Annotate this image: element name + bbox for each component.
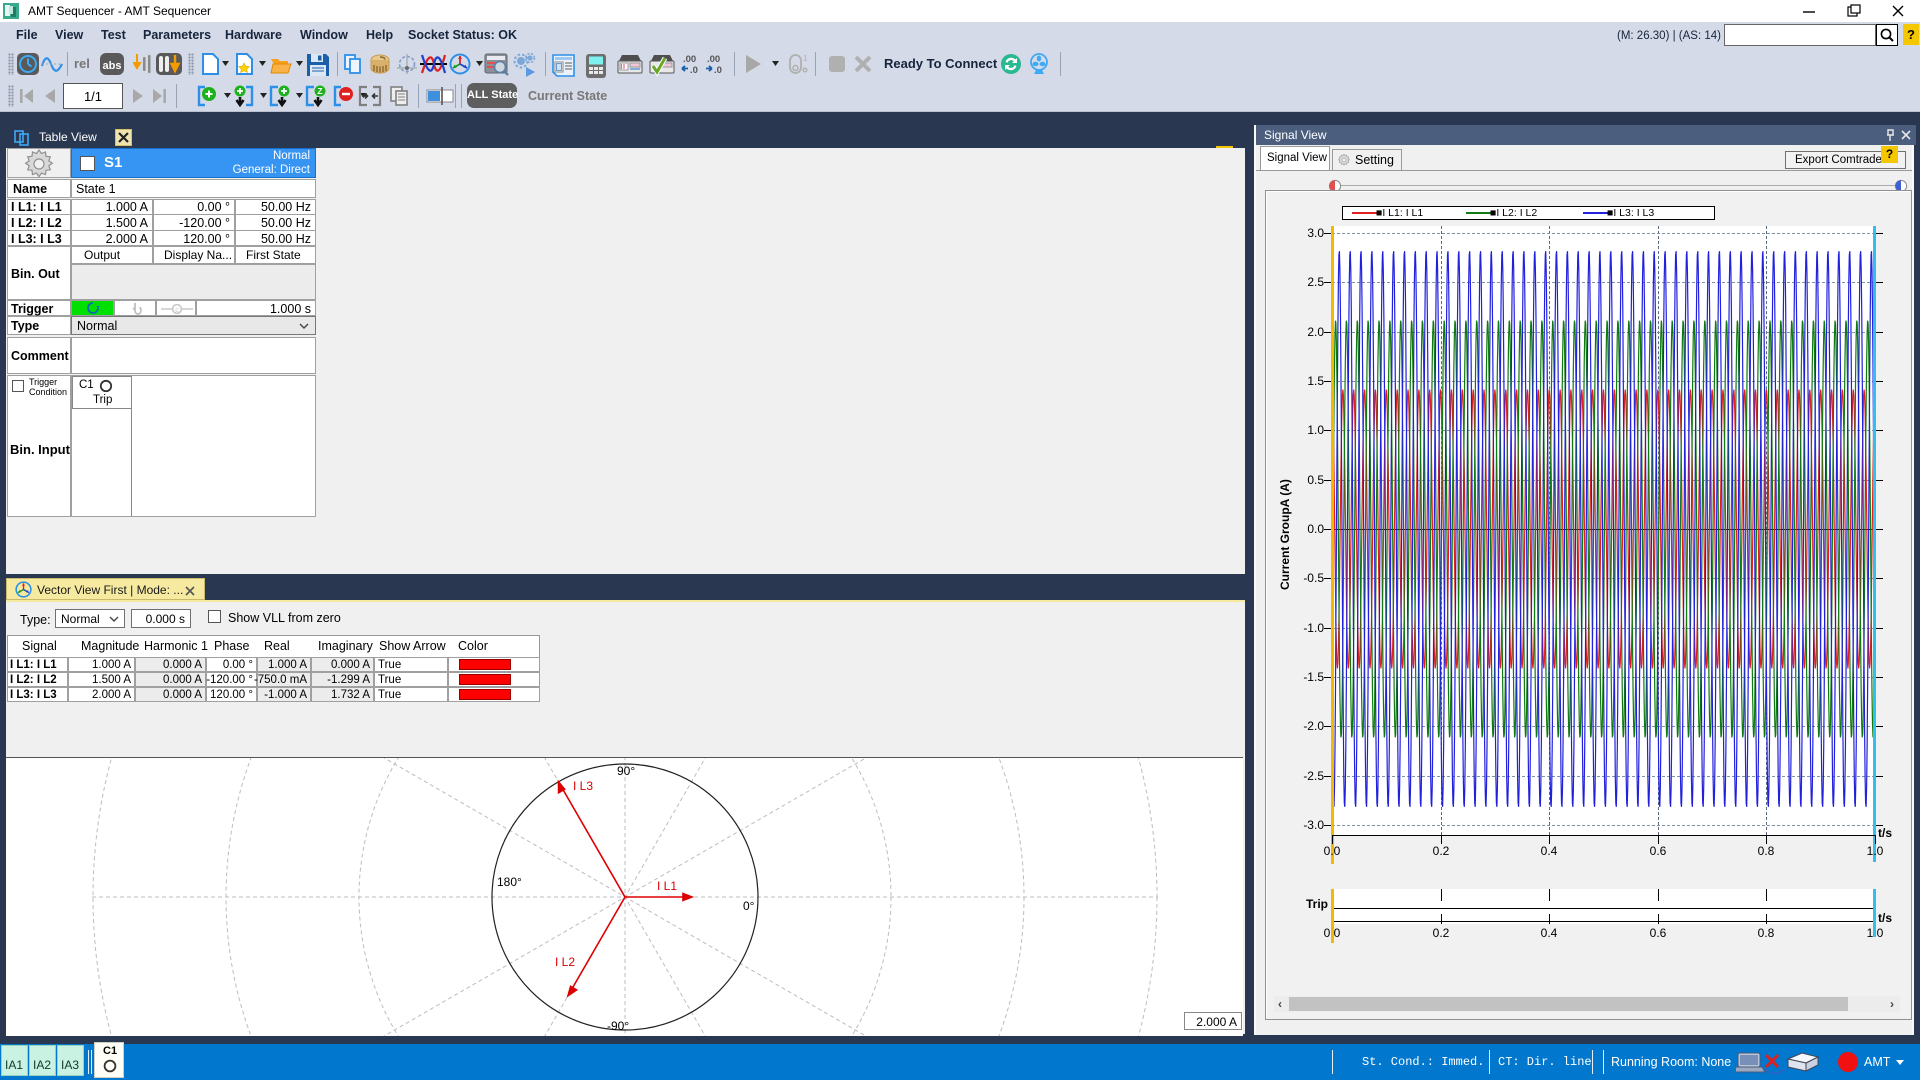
- svg-text:90°: 90°: [617, 764, 635, 778]
- svg-text:.00: .00: [707, 54, 720, 65]
- svg-text:I L1: I L1: [657, 879, 677, 893]
- svg-text:1: 1: [803, 54, 808, 63]
- svg-text:c: c: [175, 307, 179, 314]
- svg-text:.00: .00: [683, 54, 696, 65]
- svg-text:Z: Z: [317, 86, 322, 96]
- svg-text:I L2: I L2: [555, 955, 575, 969]
- svg-text:.0: .0: [690, 65, 698, 75]
- svg-text:180°: 180°: [497, 875, 522, 889]
- svg-text:.0: .0: [714, 65, 722, 75]
- svg-text:0°: 0°: [743, 899, 755, 913]
- svg-text:abs: abs: [103, 60, 122, 72]
- svg-text:I L3: I L3: [573, 779, 593, 793]
- svg-text:-90°: -90°: [607, 1019, 629, 1033]
